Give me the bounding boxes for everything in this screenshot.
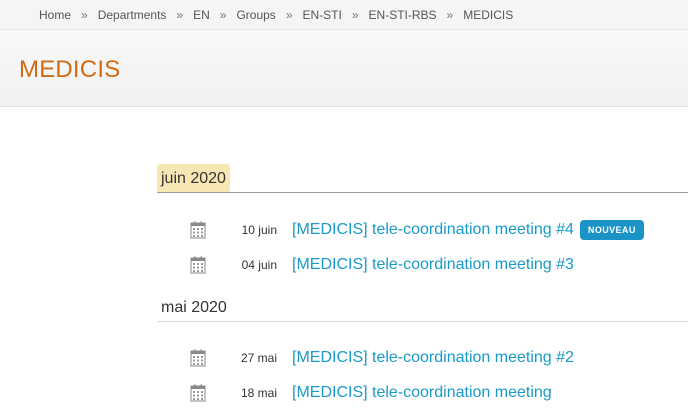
event-item: 04 juin [MEDICIS] tele-coordination meet… bbox=[190, 253, 574, 277]
month-label: juin 2020 bbox=[157, 164, 230, 192]
calendar-icon bbox=[190, 349, 206, 367]
breadcrumb-en[interactable]: EN bbox=[193, 8, 210, 22]
event-date: 10 juin bbox=[241, 223, 277, 237]
breadcrumb-separator: » bbox=[219, 7, 227, 22]
breadcrumb-departments[interactable]: Departments bbox=[98, 8, 167, 22]
breadcrumb-separator: » bbox=[285, 7, 293, 22]
new-badge: NOUVEAU bbox=[579, 220, 644, 240]
event-item: 27 mai [MEDICIS] tele-coordination meeti… bbox=[190, 346, 574, 370]
event-link-meeting-4[interactable]: [MEDICIS] tele-coordination meeting #4 bbox=[292, 221, 574, 239]
breadcrumb-en-sti[interactable]: EN-STI bbox=[303, 8, 342, 22]
calendar-icon bbox=[190, 384, 206, 402]
page-title: MEDICIS bbox=[19, 56, 121, 83]
event-item: 10 juin [MEDICIS] tele-coordination meet… bbox=[190, 218, 644, 242]
breadcrumb-en-sti-rbs[interactable]: EN-STI-RBS bbox=[369, 8, 437, 22]
breadcrumb-separator: » bbox=[351, 7, 359, 22]
month-heading: mai 2020 bbox=[157, 293, 688, 322]
breadcrumb-medicis[interactable]: MEDICIS bbox=[463, 8, 513, 22]
calendar-icon bbox=[190, 221, 206, 239]
event-link-meeting-1[interactable]: [MEDICIS] tele-coordination meeting bbox=[292, 384, 552, 402]
breadcrumb: Home » Departments » EN » Groups » EN-ST… bbox=[0, 0, 688, 30]
event-date: 04 juin bbox=[241, 258, 277, 272]
event-link-meeting-3[interactable]: [MEDICIS] tele-coordination meeting #3 bbox=[292, 256, 574, 274]
breadcrumb-separator: » bbox=[176, 7, 184, 22]
event-link-meeting-2[interactable]: [MEDICIS] tele-coordination meeting #2 bbox=[292, 349, 574, 367]
month-heading: juin 2020 bbox=[157, 164, 688, 193]
breadcrumb-home[interactable]: Home bbox=[39, 8, 71, 22]
calendar-icon bbox=[190, 256, 206, 274]
breadcrumb-separator: » bbox=[446, 7, 454, 22]
event-item: 18 mai [MEDICIS] tele-coordination meeti… bbox=[190, 381, 552, 405]
event-date: 18 mai bbox=[240, 386, 277, 400]
breadcrumb-groups[interactable]: Groups bbox=[236, 8, 275, 22]
month-label: mai 2020 bbox=[161, 299, 227, 316]
event-date: 27 mai bbox=[240, 351, 277, 365]
breadcrumb-separator: » bbox=[81, 7, 88, 22]
